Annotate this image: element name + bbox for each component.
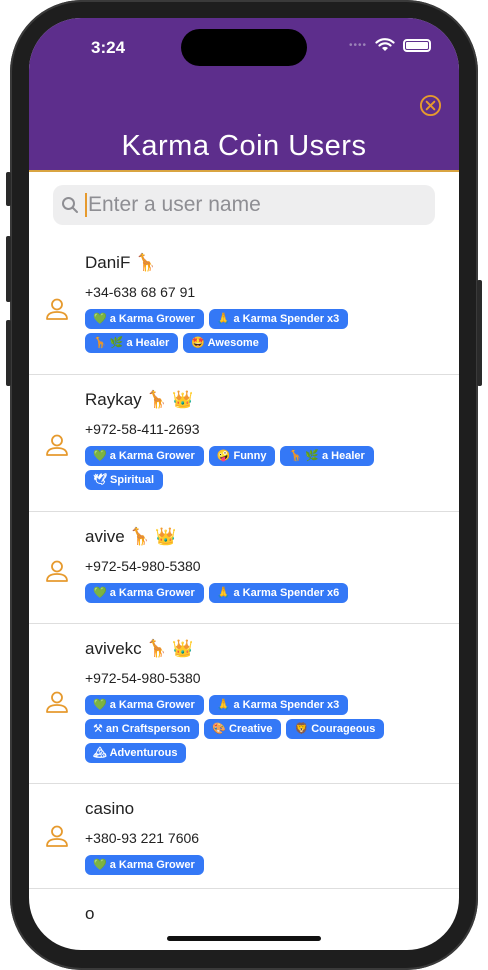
- trait-badge: 💚 a Karma Grower: [85, 309, 204, 329]
- dynamic-island: [181, 29, 307, 66]
- page-title: Karma Coin Users: [121, 130, 367, 162]
- status-icons: ••••: [349, 38, 431, 52]
- trait-badge: 🤪 Funny: [208, 446, 276, 466]
- user-phone: +972-54-980-5380: [85, 558, 201, 574]
- header-bar: 3:24 •••• Karma Coin Users: [29, 18, 459, 172]
- volume-up-button: [6, 236, 11, 302]
- badge-list: 💚 a Karma Grower 🙏 a Karma Spender x3 🦒 🌿 …: [85, 309, 415, 357]
- volume-down-button: [6, 320, 11, 386]
- search-bar[interactable]: [53, 185, 435, 225]
- wifi-icon: [375, 38, 395, 51]
- user-phone: +972-58-411-2693: [85, 421, 200, 437]
- user-name: avive 🦒 👑: [85, 527, 177, 546]
- power-button: [477, 280, 482, 386]
- trait-badge: 🦒 🌿 a Healer: [85, 333, 179, 353]
- user-name: o: [85, 904, 95, 923]
- user-row-body: avive 🦒 👑 +972-54-980-5380 💚 a Karma Growe…: [85, 512, 459, 607]
- user-phone: +972-54-980-5380: [85, 670, 201, 686]
- trait-badge: 🙏 a Karma Spender x3: [208, 309, 349, 329]
- trait-badge: 🦒 🌿 a Healer: [280, 446, 374, 466]
- person-icon: [46, 691, 68, 713]
- app-screen: 3:24 •••• Karma Coin Users DaniF 🦒 +34-63…: [29, 18, 459, 950]
- badge-list: 💚 a Karma Grower: [85, 855, 415, 879]
- status-time: 3:24: [91, 38, 126, 57]
- user-row-body: avivekc 🦒 👑 +972-54-980-5380 💚 a Karma Gro…: [85, 624, 459, 767]
- trait-badge: 🙏 a Karma Spender x6: [208, 583, 349, 603]
- user-row-body: casino +380-93 221 7606 💚 a Karma Grower: [85, 784, 459, 879]
- person-icon: [46, 434, 68, 456]
- search-icon: [62, 197, 78, 213]
- person-icon: [46, 560, 68, 582]
- user-row[interactable]: avivekc 🦒 👑 +972-54-980-5380 💚 a Karma Gro…: [29, 624, 459, 784]
- signal-icon: ••••: [348, 39, 367, 51]
- battery-icon: [403, 38, 431, 52]
- user-row-body: o: [85, 889, 459, 925]
- trait-badge: 🙏 a Karma Spender x3: [208, 695, 349, 715]
- user-row-body: DaniF 🦒 +34-638 68 67 91 💚 a Karma Grower 🙏…: [85, 238, 459, 357]
- user-row-body: Raykay 🦒 👑 +972-58-411-2693 💚 a Karma Grow…: [85, 375, 459, 494]
- text-caret: [85, 193, 87, 217]
- silent-switch: [6, 172, 11, 206]
- user-phone: +380-93 221 7606: [85, 830, 200, 846]
- badge-list: 💚 a Karma Grower 🙏 a Karma Spender x3 ⚒ an…: [85, 695, 415, 767]
- trait-badge: 💚 a Karma Grower: [85, 695, 204, 715]
- trait-badge: 💚 a Karma Grower: [85, 855, 204, 875]
- user-list[interactable]: DaniF 🦒 +34-638 68 67 91 💚 a Karma Grower 🙏…: [29, 238, 459, 950]
- trait-badge: ⚒ an Craftsperson: [85, 719, 200, 739]
- user-name: casino: [85, 799, 135, 818]
- badge-list: 💚 a Karma Grower 🤪 Funny 🦒 🌿 a Healer 🕊 Spi…: [85, 446, 415, 494]
- user-name: avivekc 🦒 👑: [85, 639, 194, 658]
- trait-badge: 🏔 Adventurous: [85, 743, 187, 763]
- trait-badge: 🦁 Courageous: [286, 719, 385, 739]
- trait-badge: 💚 a Karma Grower: [85, 446, 204, 466]
- trait-badge: 🎨 Creative: [204, 719, 282, 739]
- trait-badge: 🕊 Spiritual: [85, 470, 164, 490]
- trait-badge: 🤩 Awesome: [183, 333, 268, 353]
- badge-list: 💚 a Karma Grower 🙏 a Karma Spender x6: [85, 583, 415, 607]
- search-input[interactable]: [88, 193, 388, 217]
- user-row[interactable]: DaniF 🦒 +34-638 68 67 91 💚 a Karma Grower 🙏…: [29, 238, 459, 375]
- person-icon: [46, 298, 68, 320]
- user-row[interactable]: casino +380-93 221 7606 💚 a Karma Grower: [29, 784, 459, 889]
- user-name: DaniF 🦒: [85, 253, 157, 272]
- close-circle-icon[interactable]: [419, 94, 442, 117]
- user-phone: +34-638 68 67 91: [85, 284, 196, 300]
- user-row[interactable]: Raykay 🦒 👑 +972-58-411-2693 💚 a Karma Grow…: [29, 375, 459, 512]
- home-indicator[interactable]: [167, 936, 321, 941]
- user-row[interactable]: avive 🦒 👑 +972-54-980-5380 💚 a Karma Growe…: [29, 512, 459, 624]
- person-icon: [46, 825, 68, 847]
- user-name: Raykay 🦒 👑: [85, 390, 194, 409]
- trait-badge: 💚 a Karma Grower: [85, 583, 204, 603]
